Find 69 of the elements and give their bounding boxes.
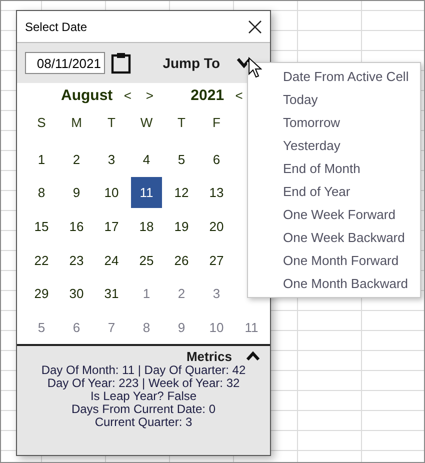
metrics-title: Metrics [186,348,232,364]
next-month-button[interactable]: > [142,88,157,104]
day-cell[interactable]: 9 [166,312,197,343]
metric-text: Day Of Year: 223 | Week of Year: 32 [47,377,240,390]
menu-item[interactable]: One Week Forward [248,203,420,226]
menu-item[interactable]: End of Month [248,157,420,180]
weekday-label: T [176,114,186,132]
day-cell[interactable]: 13 [201,177,232,208]
weekday-label: S [36,114,47,132]
weekday-label: W [139,114,154,132]
day-cell[interactable]: 8 [131,312,162,343]
day-cell[interactable]: 3 [201,278,232,310]
day-cell[interactable]: 18 [131,210,162,242]
metric-text: Days From Current Date: 0 [71,403,216,416]
window-title: Select Date [25,20,88,34]
day-cell[interactable]: 10 [96,177,127,208]
day-cell[interactable]: 23 [61,244,92,276]
day-cell[interactable]: 9 [61,177,92,208]
weekday-label: F [212,114,222,132]
day-cell[interactable]: 6 [201,144,232,175]
menu-item[interactable]: One Month Forward [248,249,420,272]
previous-month-button[interactable]: < [120,88,135,104]
close-icon[interactable] [248,20,262,34]
year-label: 2021 [190,87,224,104]
day-cell[interactable]: 15 [26,210,57,242]
day-cell[interactable]: 29 [26,278,57,310]
day-cell[interactable]: 2 [61,144,92,175]
metric-text: Is Leap Year? False [90,390,197,403]
clipboard-icon[interactable] [111,52,131,74]
date-field[interactable]: 08/11/2021 [25,52,105,74]
day-cell[interactable]: 1 [131,278,162,310]
metric-text: Current Quarter: 3 [94,416,192,429]
day-cell[interactable]: 20 [201,210,232,242]
caret-up-icon[interactable] [246,351,260,361]
day-cell[interactable]: 1 [26,144,57,175]
day-cell[interactable]: 5 [26,312,57,343]
menu-item[interactable]: One Month Backward [248,272,420,295]
day-cell[interactable]: 10 [201,312,232,343]
previous-year-button[interactable]: < [232,88,246,104]
day-cell[interactable]: 12 [166,177,197,208]
menu-item[interactable]: Tomorrow [248,111,420,134]
menu-item[interactable]: One Week Backward [248,226,420,249]
day-cell[interactable]: 3 [96,144,127,175]
day-cell[interactable]: 19 [166,210,197,242]
day-cell[interactable]: 2 [166,278,197,310]
month-label: August [61,87,113,104]
day-cell[interactable]: 11 [236,312,267,343]
day-cell[interactable]: 30 [61,278,92,310]
day-cell[interactable]: 5 [166,144,197,175]
weekday-label: M [70,114,83,132]
day-cell[interactable]: 24 [96,244,127,276]
day-cell[interactable]: 8 [26,177,57,208]
menu-item[interactable]: Today [248,88,420,111]
day-cell[interactable]: 4 [131,144,162,175]
day-cell[interactable]: 7 [96,312,127,343]
jump-to-label: Jump To [162,55,220,71]
day-cell[interactable]: 26 [166,244,197,276]
day-cell[interactable]: 11 [131,177,162,208]
weekday-label: T [106,114,116,132]
day-cell[interactable]: 6 [61,312,92,343]
metric-text: Day Of Month: 11 | Day Of Quarter: 42 [41,364,246,377]
day-cell[interactable]: 16 [61,210,92,242]
day-cell[interactable]: 17 [96,210,127,242]
day-cell[interactable]: 27 [201,244,232,276]
menu-item[interactable]: Yesterday [248,134,420,157]
day-cell[interactable]: 25 [131,244,162,276]
menu-item[interactable]: End of Year [248,180,420,203]
day-cell[interactable]: 22 [26,244,57,276]
day-cell[interactable]: 31 [96,278,127,310]
